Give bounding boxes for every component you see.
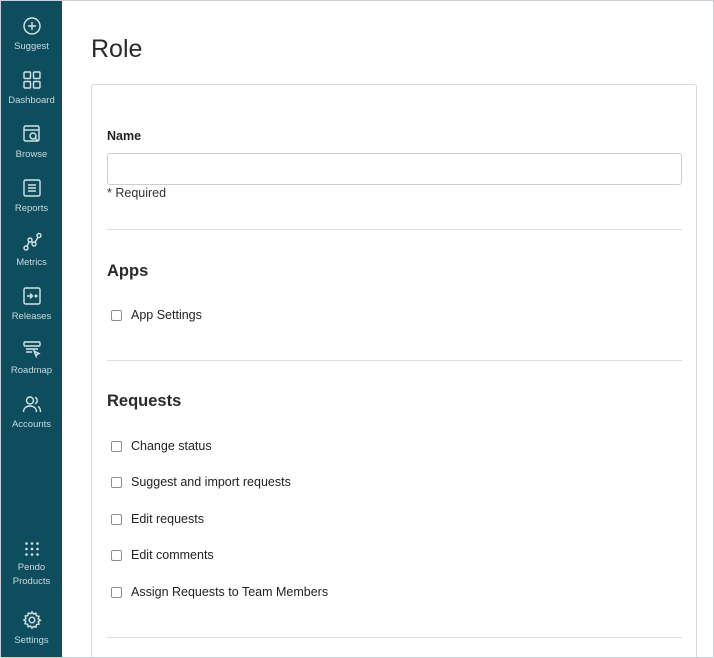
divider xyxy=(107,637,682,638)
sidebar-item-pendo-products[interactable]: Pendo Products xyxy=(1,539,62,589)
plus-circle-icon xyxy=(22,16,42,36)
page-title: Role xyxy=(91,35,143,63)
sidebar-item-suggest[interactable]: Suggest xyxy=(1,16,62,54)
sidebar-item-browse[interactable]: Browse xyxy=(1,124,62,162)
sidebar-item-roadmap[interactable]: Roadmap xyxy=(1,340,62,378)
section-title-apps: Apps xyxy=(107,262,149,280)
sidebar-item-label: Reports xyxy=(14,203,49,214)
checkbox-label: App Settings xyxy=(131,308,202,322)
sidebar-item-label: Settings xyxy=(14,635,49,646)
sidebar-item-label: Accounts xyxy=(11,419,52,430)
name-label: Name xyxy=(107,129,142,143)
checkbox-assign-requests[interactable]: Assign Requests to Team Members xyxy=(111,585,328,599)
checkbox-input[interactable] xyxy=(111,476,122,488)
required-hint: * Required xyxy=(107,186,167,200)
sidebar-item-releases[interactable]: Releases xyxy=(1,286,62,324)
checkbox-input[interactable] xyxy=(111,513,122,525)
checkbox-suggest-import-requests[interactable]: Suggest and import requests xyxy=(111,475,291,489)
checkbox-label: Edit requests xyxy=(131,512,204,526)
main-content: Role Name * Required Apps App Settings R… xyxy=(62,1,713,657)
sidebar-item-label: Dashboard xyxy=(8,95,55,106)
sidebar-item-label: Pendo xyxy=(17,562,46,573)
checkbox-edit-requests[interactable]: Edit requests xyxy=(111,512,204,526)
divider xyxy=(107,360,682,361)
checkbox-label: Suggest and import requests xyxy=(131,475,291,489)
checkbox-app-settings[interactable]: App Settings xyxy=(111,308,202,322)
sidebar-item-label: Roadmap xyxy=(10,365,53,376)
roadmap-icon xyxy=(22,340,42,360)
checkbox-label: Assign Requests to Team Members xyxy=(131,585,329,599)
checkbox-change-status[interactable]: Change status xyxy=(111,439,212,453)
list-icon xyxy=(22,178,42,198)
app-window: Suggest Dashboard Browse Reports Metrics… xyxy=(0,0,714,658)
sidebar-item-label: Releases xyxy=(11,311,52,322)
name-input[interactable] xyxy=(107,153,682,185)
sidebar-item-label: Browse xyxy=(15,149,48,160)
checkbox-input[interactable] xyxy=(111,549,122,561)
checkbox-input[interactable] xyxy=(111,440,122,452)
checkbox-label: Edit comments xyxy=(131,548,214,562)
sidebar-item-accounts[interactable]: Accounts xyxy=(1,394,62,432)
sidebar-item-label: Metrics xyxy=(16,257,47,268)
metrics-icon xyxy=(22,232,42,252)
grid-icon xyxy=(22,70,42,90)
gear-icon xyxy=(21,610,42,630)
role-form-card: Name * Required Apps App Settings Reques… xyxy=(91,84,697,657)
section-title-requests: Requests xyxy=(107,392,182,410)
sidebar-item-reports[interactable]: Reports xyxy=(1,178,62,216)
sidebar-item-settings[interactable]: Settings xyxy=(1,610,62,648)
divider xyxy=(107,229,682,230)
checkbox-input[interactable] xyxy=(111,586,122,598)
accounts-icon xyxy=(22,394,42,414)
releases-icon xyxy=(22,286,42,306)
checkbox-input[interactable] xyxy=(111,309,122,321)
sidebar-item-dashboard[interactable]: Dashboard xyxy=(1,70,62,108)
checkbox-label: Change status xyxy=(131,439,212,453)
browse-icon xyxy=(22,124,42,144)
sidebar-item-label: Products xyxy=(12,576,51,587)
sidebar-item-metrics[interactable]: Metrics xyxy=(1,232,62,270)
sidebar: Suggest Dashboard Browse Reports Metrics… xyxy=(1,1,62,657)
sidebar-item-label: Suggest xyxy=(14,41,49,52)
checkbox-edit-comments[interactable]: Edit comments xyxy=(111,548,214,562)
dots-grid-icon xyxy=(22,539,42,559)
